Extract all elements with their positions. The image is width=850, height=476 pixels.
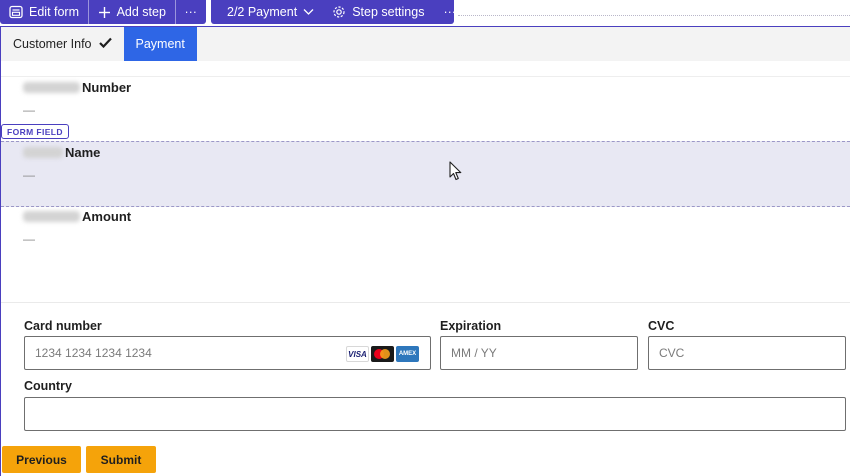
editor-toolbar-left: Edit form Add step ··· <box>0 0 206 24</box>
cvc-label: CVC <box>648 319 675 333</box>
editor-toolbar-step: 2/2 Payment Step settings ··· <box>211 0 456 24</box>
tab-label: Payment <box>135 37 185 51</box>
card-number-input[interactable]: 1234 1234 1234 1234 VISA AMEX <box>24 336 431 370</box>
card-number-placeholder: 1234 1234 1234 1234 <box>35 346 152 360</box>
submit-button[interactable]: Submit <box>86 446 156 473</box>
more-icon: ··· <box>443 5 456 19</box>
field-label-amount: Amount <box>23 209 131 224</box>
country-label: Country <box>24 379 72 393</box>
expiration-placeholder: MM / YY <box>451 346 497 360</box>
add-step-button[interactable]: Add step <box>89 0 175 24</box>
plus-icon <box>98 6 111 19</box>
step-more-options-button[interactable]: ··· <box>433 0 466 24</box>
edit-form-button[interactable]: Edit form <box>0 0 88 24</box>
redacted-text <box>23 211 80 222</box>
add-step-label: Add step <box>116 5 166 19</box>
expiration-input[interactable]: MM / YY <box>440 336 638 370</box>
redacted-text <box>23 82 80 93</box>
field-value-name: — <box>23 168 35 182</box>
field-label-text: Number <box>82 80 132 95</box>
edit-form-label: Edit form <box>29 5 80 19</box>
cvc-placeholder: CVC <box>659 346 685 360</box>
visa-icon: VISA <box>346 346 369 362</box>
field-value-number: — <box>23 103 35 117</box>
more-options-button[interactable]: ··· <box>175 0 206 24</box>
mastercard-icon <box>371 346 394 362</box>
step-tabs: Customer Info Payment <box>1 27 850 61</box>
field-label-name: Name <box>23 145 100 160</box>
tabs-divider <box>1 76 850 77</box>
cvc-input[interactable]: CVC <box>648 336 846 370</box>
field-label-text: Name <box>65 145 101 160</box>
selected-form-field[interactable] <box>1 141 850 207</box>
step-settings-button[interactable]: Step settings <box>323 0 433 24</box>
card-brands: VISA AMEX <box>346 346 419 362</box>
redacted-text <box>23 147 63 158</box>
field-label-number: Number <box>23 80 131 95</box>
form-icon <box>9 5 23 19</box>
section-divider <box>1 302 850 303</box>
country-select[interactable] <box>24 397 846 431</box>
form-field-badge: FORM FIELD <box>1 124 69 139</box>
step-dropdown-label: 2/2 Payment <box>227 5 298 19</box>
field-label-text: Amount <box>82 209 132 224</box>
previous-button[interactable]: Previous <box>2 446 81 473</box>
tab-customer-info[interactable]: Customer Info <box>1 27 124 61</box>
field-value-amount: — <box>23 232 35 246</box>
form-frame-left <box>0 26 1 476</box>
chevron-down-icon <box>303 8 314 16</box>
step-settings-label: Step settings <box>352 5 425 19</box>
step-dropdown[interactable]: 2/2 Payment <box>211 0 323 24</box>
gear-icon <box>332 5 346 19</box>
mouse-cursor-icon <box>449 161 463 186</box>
expiration-label: Expiration <box>440 319 502 333</box>
more-icon: ··· <box>184 5 197 19</box>
tab-payment[interactable]: Payment <box>123 27 197 61</box>
canvas-guide-line <box>458 15 850 16</box>
amex-icon: AMEX <box>396 346 419 362</box>
card-number-label: Card number <box>24 319 102 333</box>
tab-label: Customer Info <box>13 37 92 51</box>
checkmark-icon <box>98 37 112 51</box>
